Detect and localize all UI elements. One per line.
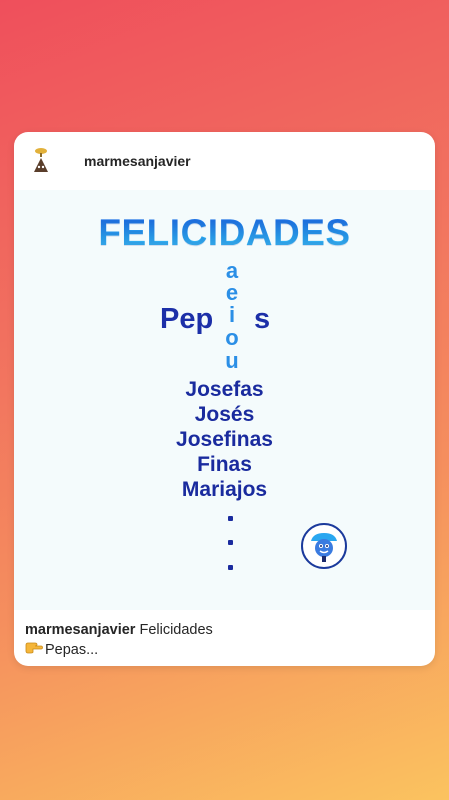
- vowel-o: o: [225, 325, 239, 350]
- ellipsis-dot: [228, 540, 233, 545]
- image-title: FELICIDADES: [14, 212, 435, 254]
- caption-username[interactable]: marmesanjavier: [25, 622, 135, 638]
- post-card[interactable]: marmesanjavier FELICIDADES a e i o u Pep…: [14, 132, 435, 666]
- ellipsis-dot: [228, 516, 233, 521]
- ellipsis-dot: [228, 565, 233, 570]
- post-image: FELICIDADES a e i o u Pep s Josefas José…: [14, 190, 435, 610]
- vowel-e: e: [225, 280, 239, 305]
- pep-text: Pep: [160, 303, 214, 335]
- vowel-i: i: [228, 302, 236, 327]
- name-josefas: Josefas: [185, 378, 264, 401]
- post-header: marmesanjavier: [14, 132, 435, 190]
- post-caption: marmesanjavier Felicidades Pepas...: [25, 620, 213, 660]
- s-letter: s: [254, 303, 271, 335]
- caption-second-line: Pepas...: [45, 642, 99, 658]
- backhand-index-pointing-right-icon: [25, 640, 45, 660]
- name-finas: Finas: [197, 453, 252, 476]
- caption-text: Felicidades: [139, 622, 213, 638]
- name-mariajos: Mariajos: [181, 478, 268, 501]
- name-josefinas: Josefinas: [176, 428, 273, 451]
- vowel-a: a: [225, 258, 239, 283]
- vowel-u: u: [225, 348, 239, 373]
- mascot-badge: [301, 523, 347, 569]
- post-username[interactable]: marmesanjavier: [84, 153, 191, 169]
- mascot-icon: [311, 533, 337, 562]
- name-joses: Josés: [194, 403, 255, 426]
- avatar-icon: [34, 148, 48, 172]
- avatar[interactable]: [28, 146, 54, 176]
